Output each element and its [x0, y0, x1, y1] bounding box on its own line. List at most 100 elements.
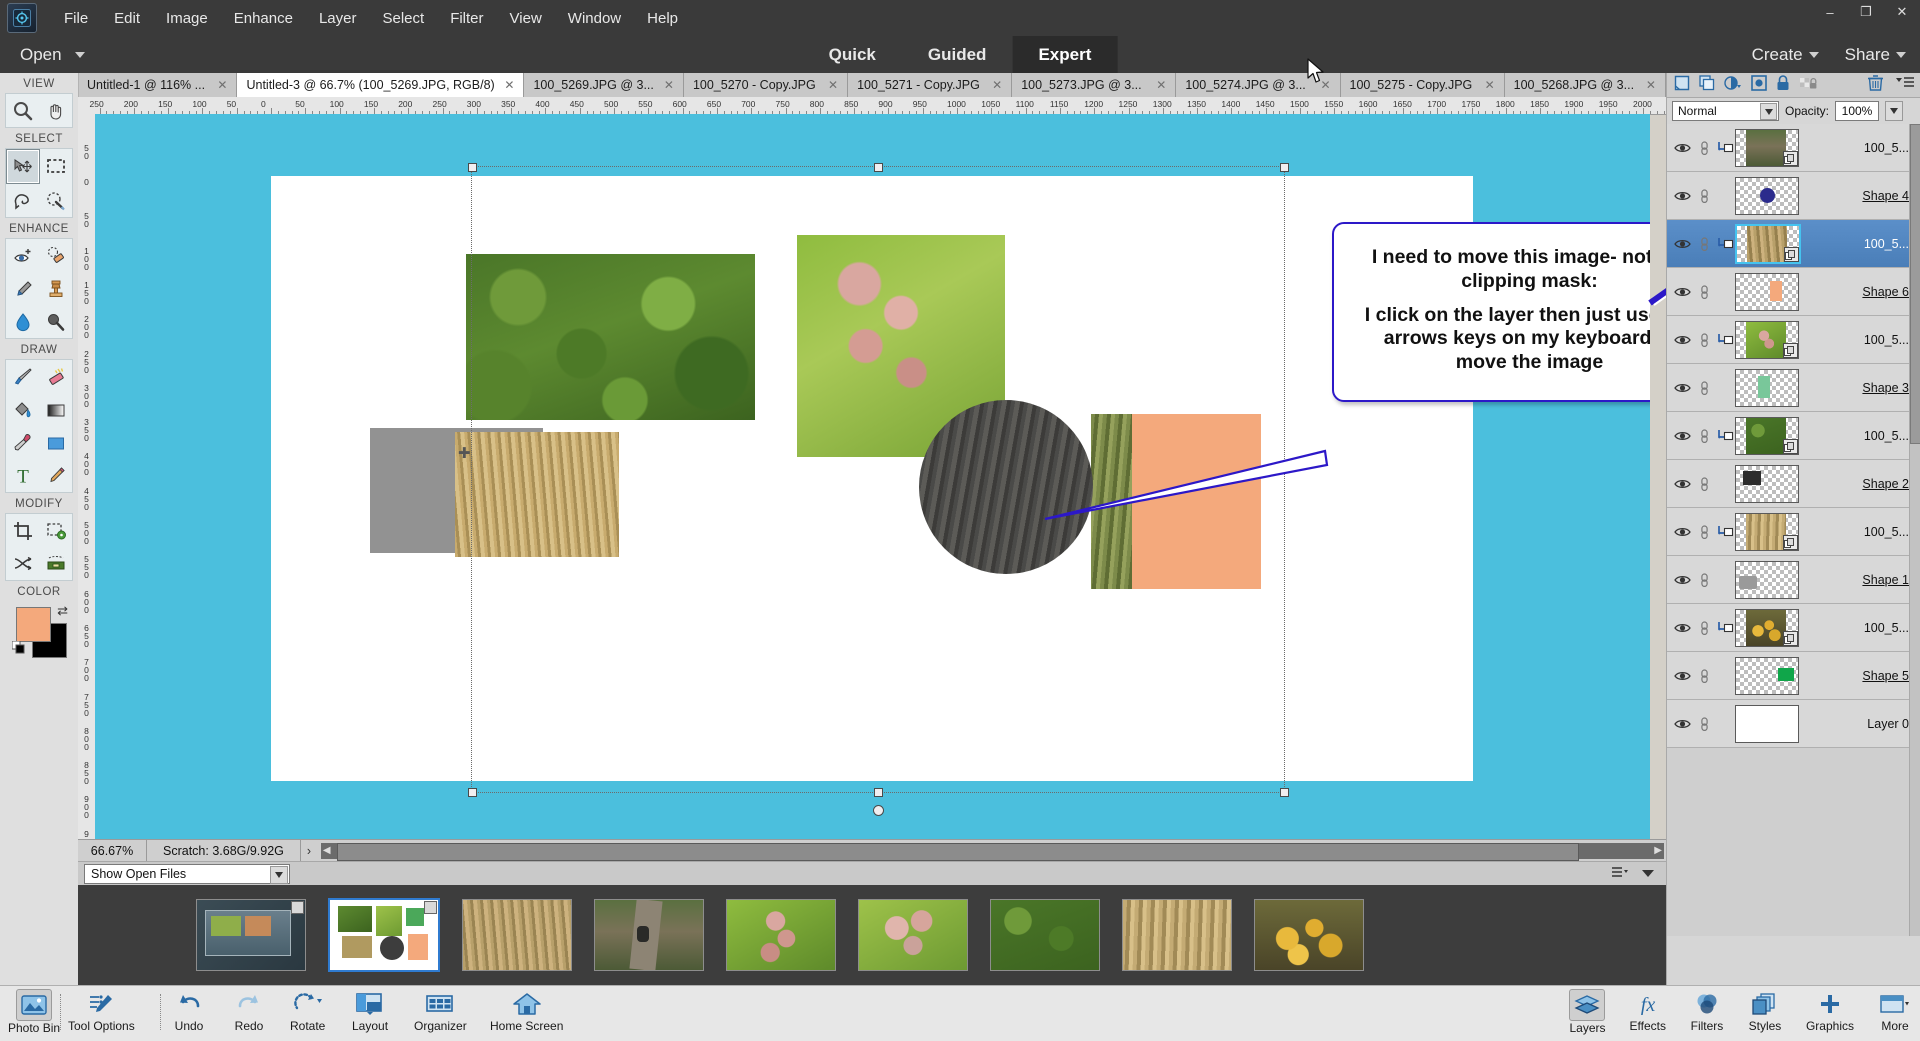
layer-thumbnail[interactable]	[1735, 369, 1799, 407]
layer-row[interactable]: 100_5...	[1667, 220, 1920, 268]
transform-handle-tr[interactable]	[1280, 163, 1289, 172]
menu-window[interactable]: Window	[555, 6, 634, 31]
menu-help[interactable]: Help	[634, 6, 691, 31]
layer-link-icon[interactable]	[1693, 380, 1715, 396]
layer-visibility-eye-icon[interactable]	[1671, 142, 1693, 154]
layer-thumbnail[interactable]	[1735, 129, 1799, 167]
open-button[interactable]: Open	[20, 45, 85, 65]
move-tool-icon[interactable]	[6, 149, 40, 184]
chevron-down-icon[interactable]	[270, 866, 288, 884]
close-icon[interactable]: ✕	[1156, 78, 1166, 92]
layer-list[interactable]: 100_5...Shape 4100_5...Shape 6100_5...Sh…	[1667, 124, 1920, 936]
layer-visibility-eye-icon[interactable]	[1671, 478, 1693, 490]
transform-handle-br[interactable]	[1280, 788, 1289, 797]
document-canvas[interactable]: ✚	[271, 176, 1473, 781]
green-vine-image[interactable]	[466, 254, 755, 420]
layers-panel-scrollbar-thumb[interactable]	[1910, 124, 1920, 444]
blur-tool-icon[interactable]	[6, 305, 39, 338]
layer-row[interactable]: 100_5...	[1667, 316, 1920, 364]
menu-select[interactable]: Select	[369, 6, 437, 31]
layer-thumbnail[interactable]	[1735, 417, 1799, 455]
photo-bin-thumb-grape-cluster[interactable]	[726, 899, 836, 971]
taskbar-filters[interactable]: Filters	[1690, 989, 1724, 1035]
layer-link-icon[interactable]	[1693, 668, 1715, 684]
layer-mask-icon[interactable]	[1751, 75, 1767, 96]
layer-thumbnail[interactable]	[1735, 273, 1799, 311]
swap-colors-icon[interactable]: ⇄	[57, 603, 68, 619]
layer-link-icon[interactable]	[1693, 236, 1715, 252]
content-aware-move-tool-icon[interactable]	[6, 547, 39, 580]
taskbar-layout[interactable]: Layout	[352, 989, 388, 1033]
shape-tool-icon[interactable]	[39, 426, 72, 459]
photo-bin-thumb-grapes-leaf[interactable]	[858, 899, 968, 971]
taskbar-home-screen[interactable]: Home Screen	[490, 989, 563, 1033]
bark-circle-image[interactable]	[919, 400, 1093, 574]
layer-link-icon[interactable]	[1693, 332, 1715, 348]
layer-row[interactable]: 100_5...	[1667, 124, 1920, 172]
vertical-ruler[interactable]: 5005010015020025030035040045050055060065…	[78, 114, 96, 849]
delete-layer-icon[interactable]	[1868, 75, 1883, 96]
menu-enhance[interactable]: Enhance	[221, 6, 306, 31]
layer-visibility-eye-icon[interactable]	[1671, 670, 1693, 682]
transform-rotate-handle[interactable]	[873, 805, 884, 816]
layer-row[interactable]: Shape 6	[1667, 268, 1920, 316]
share-button[interactable]: Share	[1845, 45, 1906, 65]
transform-handle-bc[interactable]	[874, 788, 883, 797]
panel-menu-icon[interactable]	[1896, 76, 1914, 94]
layer-row[interactable]: Layer 0	[1667, 700, 1920, 748]
scroll-right-icon[interactable]: ▶	[1654, 845, 1662, 856]
close-icon[interactable]: ✕	[664, 78, 674, 92]
layer-thumbnail[interactable]	[1735, 465, 1799, 503]
layer-link-icon[interactable]	[1693, 140, 1715, 156]
tab-expert[interactable]: Expert	[1012, 36, 1117, 73]
layer-row[interactable]: Shape 4	[1667, 172, 1920, 220]
photo-bin-thumb-corn-field[interactable]	[1122, 899, 1232, 971]
close-button[interactable]: ✕	[1884, 0, 1920, 24]
tab-quick[interactable]: Quick	[803, 36, 902, 73]
eyedropper-tool-icon[interactable]	[6, 426, 39, 459]
doc-tab-100-5269[interactable]: 100_5269.JPG @ 3... ✕	[524, 73, 683, 97]
layer-link-icon[interactable]	[1693, 428, 1715, 444]
menu-filter[interactable]: Filter	[437, 6, 496, 31]
layer-link-icon[interactable]	[1693, 524, 1715, 540]
smart-brush-tool-icon[interactable]	[6, 272, 39, 305]
doc-tab-100-5271-copy[interactable]: 100_5271 - Copy.JPG ✕	[848, 73, 1012, 97]
adjustment-layer-icon[interactable]	[1724, 75, 1742, 96]
zoom-level-field[interactable]: 66.67%	[78, 840, 147, 862]
default-colors-icon[interactable]	[12, 641, 25, 654]
layer-thumbnail[interactable]	[1735, 224, 1801, 264]
taskbar-more[interactable]: More	[1878, 989, 1912, 1035]
maximize-button[interactable]: ❐	[1848, 0, 1884, 24]
taskbar-layers[interactable]: Layers	[1569, 989, 1605, 1035]
gradient-tool-icon[interactable]	[39, 393, 72, 426]
photo-bin-menu-icon[interactable]	[1612, 867, 1628, 882]
type-tool-icon[interactable]: T	[6, 459, 39, 492]
duplicate-layer-icon[interactable]	[1699, 75, 1715, 96]
crop-tool-icon[interactable]	[6, 514, 39, 547]
minimize-button[interactable]: –	[1812, 0, 1848, 24]
lock-all-icon[interactable]	[1776, 75, 1790, 96]
layer-row[interactable]: 100_5...	[1667, 508, 1920, 556]
photo-bin-collapse-icon[interactable]	[1642, 867, 1654, 881]
photo-bin-thumb-dry-corn[interactable]	[462, 899, 572, 971]
layers-panel-scrollbar[interactable]	[1909, 124, 1920, 936]
doc-tab-untitled-3[interactable]: Untitled-3 @ 66.7% (100_5269.JPG, RGB/8)…	[237, 73, 524, 97]
zoom-tool-icon[interactable]	[6, 94, 39, 127]
taskbar-styles[interactable]: Styles	[1748, 989, 1782, 1035]
menu-layer[interactable]: Layer	[306, 6, 370, 31]
layer-visibility-eye-icon[interactable]	[1671, 526, 1693, 538]
blend-mode-select[interactable]: Normal	[1672, 101, 1779, 121]
opacity-value[interactable]: 100%	[1835, 101, 1879, 121]
dry-corn-image[interactable]	[1091, 414, 1132, 589]
layer-thumbnail[interactable]	[1735, 609, 1799, 647]
close-icon[interactable]: ✕	[1320, 78, 1330, 92]
taskbar-rotate[interactable]: Rotate	[290, 989, 325, 1033]
layer-visibility-eye-icon[interactable]	[1671, 286, 1693, 298]
layer-thumbnail[interactable]	[1735, 561, 1799, 599]
tab-guided[interactable]: Guided	[902, 36, 1013, 73]
layer-row[interactable]: Shape 1	[1667, 556, 1920, 604]
layer-thumbnail[interactable]	[1735, 705, 1799, 743]
layer-thumbnail[interactable]	[1735, 321, 1799, 359]
photo-bin-thumb-quinces[interactable]	[1254, 899, 1364, 971]
pencil-tool-icon[interactable]	[39, 459, 72, 492]
